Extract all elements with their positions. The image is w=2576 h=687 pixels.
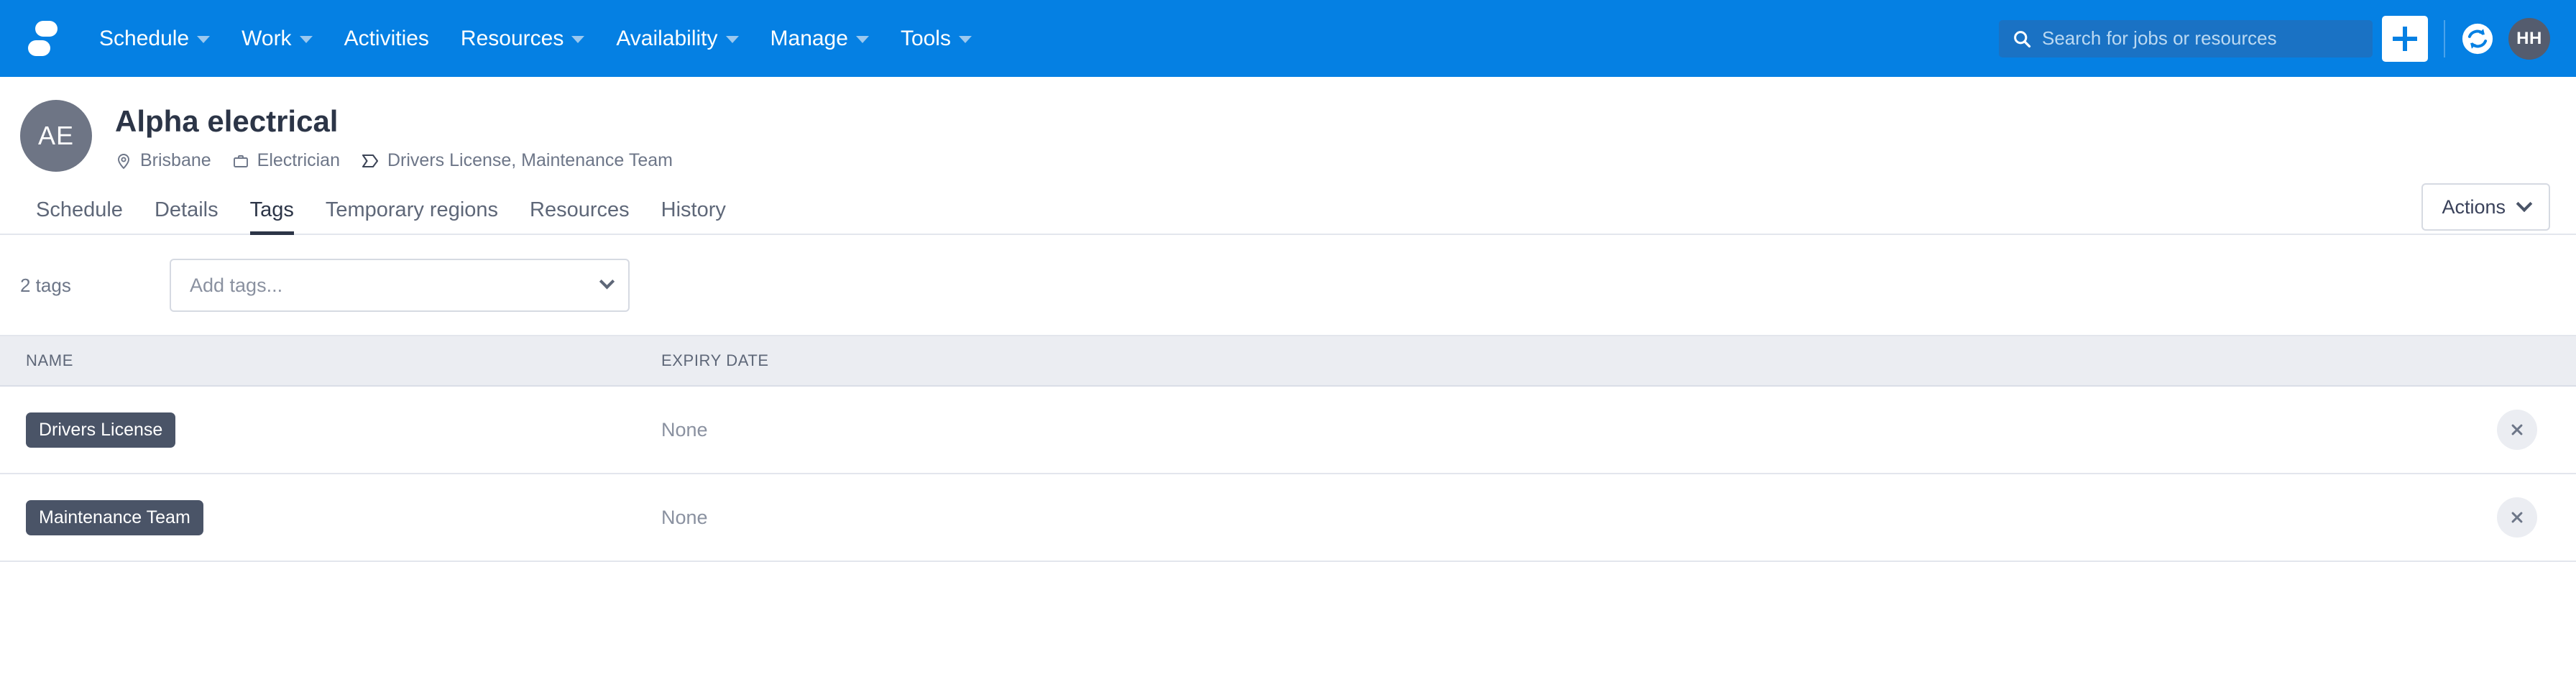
expiry-value: None xyxy=(661,507,708,529)
tab-resources[interactable]: Resources xyxy=(514,198,645,234)
expiry-value: None xyxy=(661,419,708,441)
tab-label: History xyxy=(661,198,726,221)
profile-meta: Brisbane Electrician Drivers Licens xyxy=(115,150,684,171)
location-pin-icon xyxy=(115,152,132,170)
chevron-down-icon xyxy=(726,36,739,43)
nav-item-label: Tools xyxy=(901,0,951,77)
chevron-down-icon xyxy=(197,36,210,43)
chevron-down-icon xyxy=(2516,195,2533,212)
tab-label: Schedule xyxy=(36,198,123,221)
close-icon xyxy=(2509,422,2525,438)
meta-tags-label: Drivers License, Maintenance Team xyxy=(387,150,673,171)
user-avatar[interactable]: HH xyxy=(2508,18,2550,60)
add-tags-placeholder: Add tags... xyxy=(190,275,282,297)
nav-right-cluster: HH xyxy=(1999,0,2550,77)
tab-details[interactable]: Details xyxy=(139,198,234,234)
main-menu: Schedule Work Activities Resources Avail… xyxy=(83,0,988,77)
tab-schedule[interactable]: Schedule xyxy=(20,198,139,234)
column-header-expiry-date: EXPIRY DATE xyxy=(661,351,2472,370)
logo-icon[interactable] xyxy=(20,17,65,61)
column-header-name: NAME xyxy=(0,351,661,370)
nav-item-label: Activities xyxy=(344,0,429,77)
add-tags-select[interactable]: Add tags... xyxy=(170,259,630,312)
nav-item-resources[interactable]: Resources xyxy=(445,0,600,77)
search-box[interactable] xyxy=(1999,20,2373,57)
profile-header: AE Alpha electrical Brisbane xyxy=(0,77,2576,172)
tab-history[interactable]: History xyxy=(645,198,742,234)
meta-role-label: Electrician xyxy=(257,150,340,171)
nav-item-activities[interactable]: Activities xyxy=(328,0,445,77)
tab-bar: Schedule Details Tags Temporary regions … xyxy=(0,190,2576,235)
nav-item-label: Availability xyxy=(616,0,717,77)
tag-chip[interactable]: Drivers License xyxy=(26,412,175,448)
close-icon xyxy=(2509,510,2525,525)
plus-icon xyxy=(2393,27,2417,51)
tags-table: NAME EXPIRY DATE Drivers License None Ma… xyxy=(0,335,2576,562)
table-row[interactable]: Maintenance Team None xyxy=(0,474,2576,562)
nav-item-availability[interactable]: Availability xyxy=(600,0,754,77)
page-title: Alpha electrical xyxy=(115,105,684,138)
avatar-initials: AE xyxy=(38,121,74,151)
meta-tags: Drivers License, Maintenance Team xyxy=(361,150,673,171)
table-header-row: NAME EXPIRY DATE xyxy=(0,335,2576,387)
tag-chip[interactable]: Maintenance Team xyxy=(26,500,203,535)
nav-item-manage[interactable]: Manage xyxy=(755,0,885,77)
tab-label: Resources xyxy=(530,198,630,221)
nav-item-work[interactable]: Work xyxy=(226,0,328,77)
chevron-down-icon xyxy=(599,274,615,289)
nav-divider xyxy=(2444,20,2445,57)
avatar: AE xyxy=(20,100,92,172)
table-row[interactable]: Drivers License None xyxy=(0,387,2576,474)
meta-role: Electrician xyxy=(232,150,340,171)
tag-expiry-cell: None xyxy=(661,507,2472,529)
tag-icon xyxy=(361,152,380,170)
actions-button[interactable]: Actions xyxy=(2421,183,2550,231)
tag-actions-cell xyxy=(2472,410,2576,450)
nav-item-tools[interactable]: Tools xyxy=(885,0,988,77)
tab-temporary-regions[interactable]: Temporary regions xyxy=(310,198,514,234)
tab-label: Temporary regions xyxy=(326,198,498,221)
tag-actions-cell xyxy=(2472,497,2576,538)
add-new-button[interactable] xyxy=(2382,16,2428,62)
remove-tag-button[interactable] xyxy=(2497,410,2537,450)
chevron-down-icon xyxy=(571,36,584,43)
meta-location: Brisbane xyxy=(115,150,211,171)
chevron-down-icon xyxy=(856,36,869,43)
nav-item-label: Resources xyxy=(461,0,564,77)
tag-name-cell: Drivers License xyxy=(0,412,661,448)
tab-tags[interactable]: Tags xyxy=(234,198,310,234)
tag-name-cell: Maintenance Team xyxy=(0,500,661,535)
nav-item-schedule[interactable]: Schedule xyxy=(83,0,226,77)
remove-tag-button[interactable] xyxy=(2497,497,2537,538)
tag-count-label: 2 tags xyxy=(20,275,170,297)
chevron-down-icon xyxy=(300,36,313,43)
tag-expiry-cell: None xyxy=(661,419,2472,441)
briefcase-icon xyxy=(232,152,249,170)
user-initials: HH xyxy=(2516,29,2542,49)
search-icon xyxy=(2012,29,2032,49)
sync-icon[interactable] xyxy=(2461,22,2494,55)
nav-item-label: Schedule xyxy=(99,0,189,77)
tab-label: Tags xyxy=(250,198,294,221)
nav-item-label: Work xyxy=(242,0,291,77)
nav-item-label: Manage xyxy=(770,0,848,77)
search-input[interactable] xyxy=(2042,27,2360,50)
actions-button-label: Actions xyxy=(2442,196,2506,218)
profile-info: Alpha electrical Brisbane xyxy=(115,100,684,171)
tab-label: Details xyxy=(155,198,218,221)
chevron-down-icon xyxy=(959,36,972,43)
meta-location-label: Brisbane xyxy=(140,150,211,171)
tags-toolbar: 2 tags Add tags... xyxy=(0,235,2576,335)
top-navigation-bar: Schedule Work Activities Resources Avail… xyxy=(0,0,2576,77)
